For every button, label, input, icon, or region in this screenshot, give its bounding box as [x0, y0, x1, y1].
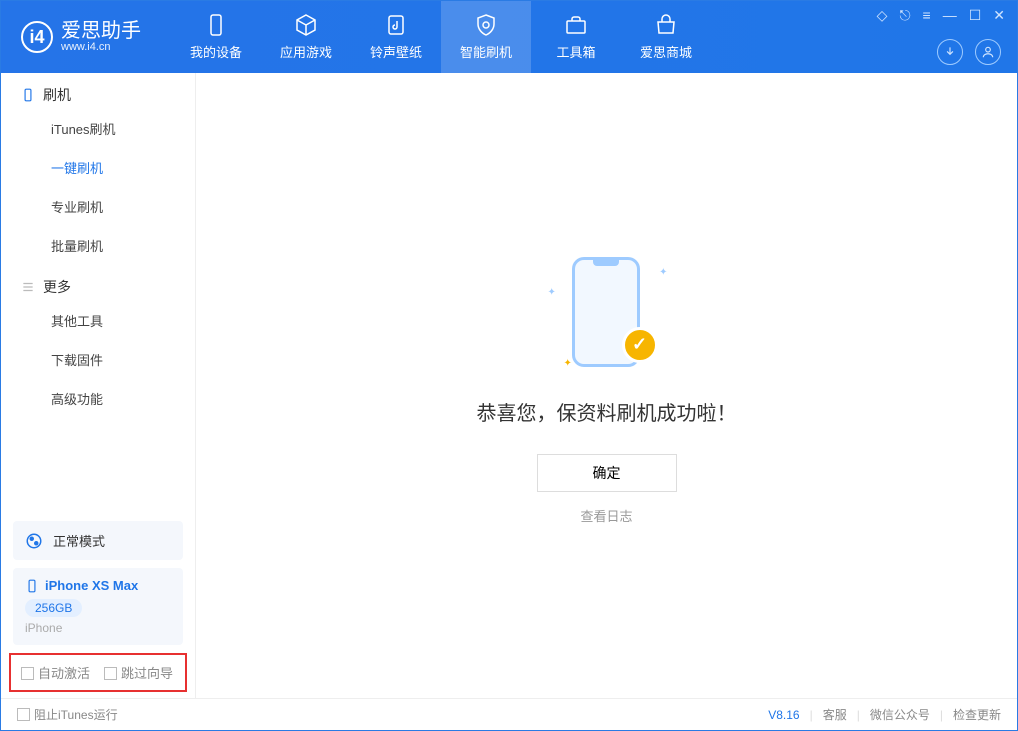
checkbox-skip-guide[interactable]: 跳过向导 — [104, 663, 173, 682]
footer: 阻止iTunes运行 V8.16 | 客服 | 微信公众号 | 检查更新 — [1, 698, 1017, 730]
sidebar-group-more: 更多 — [1, 265, 195, 301]
ok-button[interactable]: 确定 — [537, 454, 677, 492]
toolbox-icon — [564, 13, 588, 37]
cube-icon — [294, 13, 318, 37]
store-icon — [654, 13, 678, 37]
tab-store[interactable]: 爱思商城 — [621, 1, 711, 73]
sidebar: 刷机 iTunes刷机 一键刷机 专业刷机 批量刷机 更多 其他工具 下载固件 … — [1, 73, 196, 698]
list-icon — [21, 280, 35, 294]
shield-refresh-icon — [474, 13, 498, 37]
sparkle-icon: ✦ — [548, 287, 556, 298]
tab-apps-games[interactable]: 应用游戏 — [261, 1, 351, 73]
user-button[interactable] — [975, 39, 1001, 65]
success-illustration: ✦ ✦ ✦ ✓ — [542, 247, 672, 377]
checkmark-badge-icon: ✓ — [622, 327, 658, 363]
phone-small-icon — [21, 88, 35, 102]
close-icon[interactable]: ✕ — [993, 7, 1005, 24]
lock-icon[interactable]: ⎋ — [899, 7, 910, 24]
device-type: iPhone — [25, 621, 171, 635]
sparkle-icon: ✦ — [659, 267, 667, 278]
device-panel[interactable]: iPhone XS Max 256GB iPhone — [13, 568, 183, 645]
user-icon — [981, 45, 995, 59]
shirt-icon[interactable]: ◇ — [877, 7, 888, 24]
app-name: 爱思助手 — [61, 21, 141, 41]
mode-label: 正常模式 — [53, 531, 105, 550]
music-note-icon — [384, 13, 408, 37]
device-name-row: iPhone XS Max — [25, 578, 171, 593]
device-storage-badge: 256GB — [25, 599, 82, 617]
logo-block: i4 爱思助手 www.i4.cn — [21, 21, 141, 53]
sidebar-item-batch-flash[interactable]: 批量刷机 — [1, 226, 195, 265]
minimize-icon[interactable]: — — [943, 7, 957, 24]
sidebar-item-other-tools[interactable]: 其他工具 — [1, 301, 195, 340]
mode-icon — [25, 532, 43, 550]
mode-panel[interactable]: 正常模式 — [13, 521, 183, 560]
options-highlighted-row: 自动激活 跳过向导 — [9, 653, 187, 692]
version-label: V8.16 — [768, 708, 799, 722]
app-url: www.i4.cn — [61, 41, 141, 53]
sidebar-item-oneclick-flash[interactable]: 一键刷机 — [1, 148, 195, 187]
tab-toolbox[interactable]: 工具箱 — [531, 1, 621, 73]
tab-ringtones-wallpapers[interactable]: 铃声壁纸 — [351, 1, 441, 73]
device-icon — [204, 13, 228, 37]
maximize-icon[interactable]: ☐ — [969, 7, 982, 24]
menu-icon[interactable]: ≡ — [923, 7, 931, 24]
download-button[interactable] — [937, 39, 963, 65]
main-content: ✦ ✦ ✦ ✓ 恭喜您，保资料刷机成功啦！ 确定 查看日志 — [196, 73, 1017, 698]
success-message: 恭喜您，保资料刷机成功啦！ — [477, 397, 737, 426]
view-log-link[interactable]: 查看日志 — [580, 506, 632, 525]
tab-my-device[interactable]: 我的设备 — [171, 1, 261, 73]
logo-icon: i4 — [21, 21, 53, 53]
sparkle-icon: ✦ — [564, 358, 572, 369]
window-controls: ◇ ⎋ ≡ — ☐ ✕ — [877, 7, 1005, 24]
app-header: i4 爱思助手 www.i4.cn 我的设备 应用游戏 铃声壁纸 智能刷机 工具… — [1, 1, 1017, 73]
sidebar-item-itunes-flash[interactable]: iTunes刷机 — [1, 109, 195, 148]
wechat-link[interactable]: 微信公众号 — [870, 706, 930, 723]
support-link[interactable]: 客服 — [823, 706, 847, 723]
main-tabs: 我的设备 应用游戏 铃声壁纸 智能刷机 工具箱 爱思商城 — [171, 1, 711, 73]
checkbox-auto-activate[interactable]: 自动激活 — [21, 663, 90, 682]
tab-smart-flash[interactable]: 智能刷机 — [441, 1, 531, 73]
sidebar-group-flash: 刷机 — [1, 73, 195, 109]
download-icon — [943, 45, 957, 59]
sidebar-item-download-firmware[interactable]: 下载固件 — [1, 340, 195, 379]
header-circle-buttons — [937, 39, 1001, 65]
check-update-link[interactable]: 检查更新 — [953, 706, 1001, 723]
device-small-icon — [25, 579, 39, 593]
checkbox-block-itunes[interactable]: 阻止iTunes运行 — [17, 706, 118, 723]
sidebar-item-pro-flash[interactable]: 专业刷机 — [1, 187, 195, 226]
sidebar-item-advanced[interactable]: 高级功能 — [1, 379, 195, 418]
